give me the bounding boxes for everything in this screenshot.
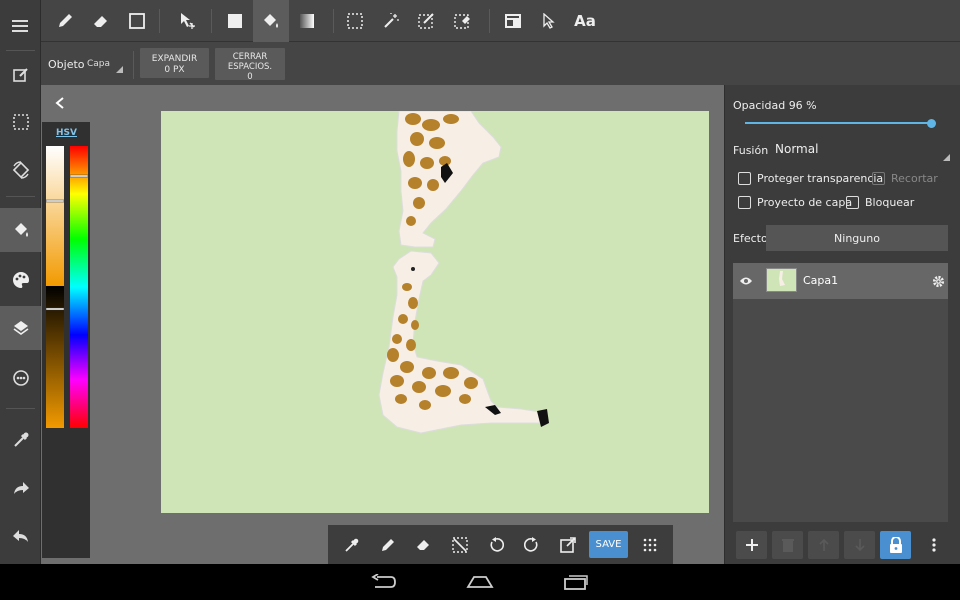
expand-button[interactable]: EXPANDIR 0 PX	[140, 48, 209, 78]
move-layer-down-button[interactable]	[844, 531, 875, 559]
expand-label: EXPANDIR	[151, 54, 198, 64]
opacity-label: Opacidad 96 %	[733, 99, 817, 112]
toolbar-divider	[489, 9, 490, 33]
pointer-tool-icon[interactable]	[531, 0, 567, 42]
rotate-canvas-icon[interactable]	[0, 148, 41, 192]
lock-checkbox[interactable]	[846, 196, 859, 209]
lock-label: Bloquear	[865, 196, 915, 209]
object-select-value: Capa	[87, 59, 111, 69]
eyedropper-icon[interactable]	[334, 525, 370, 564]
menu-icon[interactable]	[0, 4, 41, 48]
layer-name: Capa1	[803, 274, 839, 287]
move-tool-icon[interactable]	[168, 0, 204, 42]
fill-rect-tool-icon[interactable]	[217, 0, 253, 42]
bottom-toolbar: SAVE	[328, 525, 673, 564]
object-select[interactable]: Capa	[85, 55, 123, 75]
toolbar-divider	[333, 9, 334, 33]
toolbar-divider	[159, 9, 160, 33]
select-eraser-tool-icon[interactable]	[445, 0, 481, 42]
rotate-right-icon[interactable]	[514, 525, 550, 564]
gradient-tool-icon[interactable]	[289, 0, 325, 42]
delete-layer-button[interactable]	[772, 531, 803, 559]
frame-tool-icon[interactable]	[495, 0, 531, 42]
collapse-panel-icon[interactable]	[50, 93, 70, 113]
option-bar: Objeto Capa EXPANDIR 0 PX CERRAR ESPACIO…	[41, 43, 724, 85]
blend-mode-value: Normal	[775, 142, 819, 156]
color-panel: HSV	[42, 122, 90, 558]
value-bar[interactable]	[46, 286, 64, 428]
rotate-left-icon[interactable]	[478, 525, 514, 564]
select-icon[interactable]	[0, 100, 41, 144]
close-gaps-button[interactable]: CERRAR ESPACIOS. 0	[215, 48, 285, 80]
undo-icon[interactable]	[0, 514, 41, 558]
deselect-icon[interactable]	[442, 525, 478, 564]
protect-alpha-label: Proteger transparencia	[757, 172, 884, 185]
effect-select[interactable]: Ninguno	[766, 225, 948, 251]
eyedropper-icon[interactable]	[0, 418, 41, 462]
select-rect-tool-icon[interactable]	[337, 0, 373, 42]
move-layer-up-button[interactable]	[808, 531, 839, 559]
filters-icon[interactable]	[0, 356, 41, 400]
layer-row[interactable]: Capa1	[733, 263, 948, 299]
pen-tool-icon[interactable]	[47, 0, 83, 42]
option-divider	[133, 51, 134, 79]
add-layer-button[interactable]	[736, 531, 767, 559]
text-tool-button[interactable]: Aa	[567, 0, 603, 42]
palette-icon[interactable]	[0, 258, 41, 302]
blend-label: Fusión	[733, 144, 769, 157]
rail-divider	[6, 196, 35, 197]
saturation-bar[interactable]	[46, 146, 64, 286]
opacity-slider[interactable]	[745, 122, 935, 124]
top-toolbar: Aa	[41, 0, 960, 42]
draft-layer-checkbox[interactable]	[738, 196, 751, 209]
bucket-tool-icon[interactable]	[253, 0, 289, 42]
more-tools-grid-icon[interactable]	[632, 525, 668, 564]
redo-icon[interactable]	[0, 466, 41, 510]
eraser-icon[interactable]	[406, 525, 442, 564]
magic-wand-tool-icon[interactable]	[373, 0, 409, 42]
layer-settings-gear-icon[interactable]	[929, 272, 947, 290]
layer-menu-icon[interactable]	[918, 531, 949, 559]
giraffe-artwork	[378, 111, 549, 434]
dropdown-corner-icon	[943, 154, 950, 161]
export-icon[interactable]	[550, 525, 586, 564]
draft-layer-label: Proyecto de capa	[757, 196, 853, 209]
recents-icon[interactable]	[560, 572, 592, 592]
hue-bar[interactable]	[70, 146, 88, 428]
blend-mode-select[interactable]: Normal	[775, 139, 950, 161]
pen-icon[interactable]	[370, 525, 406, 564]
layer-list: Capa1	[733, 263, 948, 522]
lock-layer-button[interactable]	[880, 531, 911, 559]
clipping-label: Recortar	[891, 172, 938, 185]
clipping-checkbox[interactable]	[872, 172, 885, 185]
close-gaps-value: 0	[247, 72, 253, 80]
eraser-tool-icon[interactable]	[83, 0, 119, 42]
object-label: Objeto	[48, 58, 85, 71]
home-icon[interactable]	[464, 572, 496, 592]
layers-icon[interactable]	[0, 306, 41, 350]
fill-icon[interactable]	[0, 208, 41, 252]
expand-value: 0 PX	[164, 65, 185, 75]
hsv-tab[interactable]: HSV	[56, 128, 77, 138]
protect-alpha-checkbox[interactable]	[738, 172, 751, 185]
back-icon[interactable]	[368, 572, 400, 592]
save-button[interactable]: SAVE	[589, 531, 628, 558]
effect-label: Efecto	[733, 232, 768, 245]
rail-divider	[6, 50, 35, 51]
layer-panel: Opacidad 96 % Fusión Normal Proteger tra…	[724, 85, 960, 564]
dropdown-corner-icon	[116, 66, 123, 73]
system-nav-bar	[0, 564, 960, 600]
opacity-slider-thumb[interactable]	[927, 119, 936, 128]
edit-canvas-icon[interactable]	[0, 53, 41, 97]
left-rail	[0, 0, 41, 564]
toolbar-divider	[211, 9, 212, 33]
select-pen-tool-icon[interactable]	[409, 0, 445, 42]
rail-divider	[6, 408, 35, 409]
layer-thumbnail	[766, 268, 797, 292]
eye-icon[interactable]	[737, 272, 755, 290]
drawing-canvas[interactable]	[161, 111, 709, 513]
shape-tool-icon[interactable]	[119, 0, 155, 42]
close-gaps-label: CERRAR ESPACIOS.	[227, 52, 273, 72]
